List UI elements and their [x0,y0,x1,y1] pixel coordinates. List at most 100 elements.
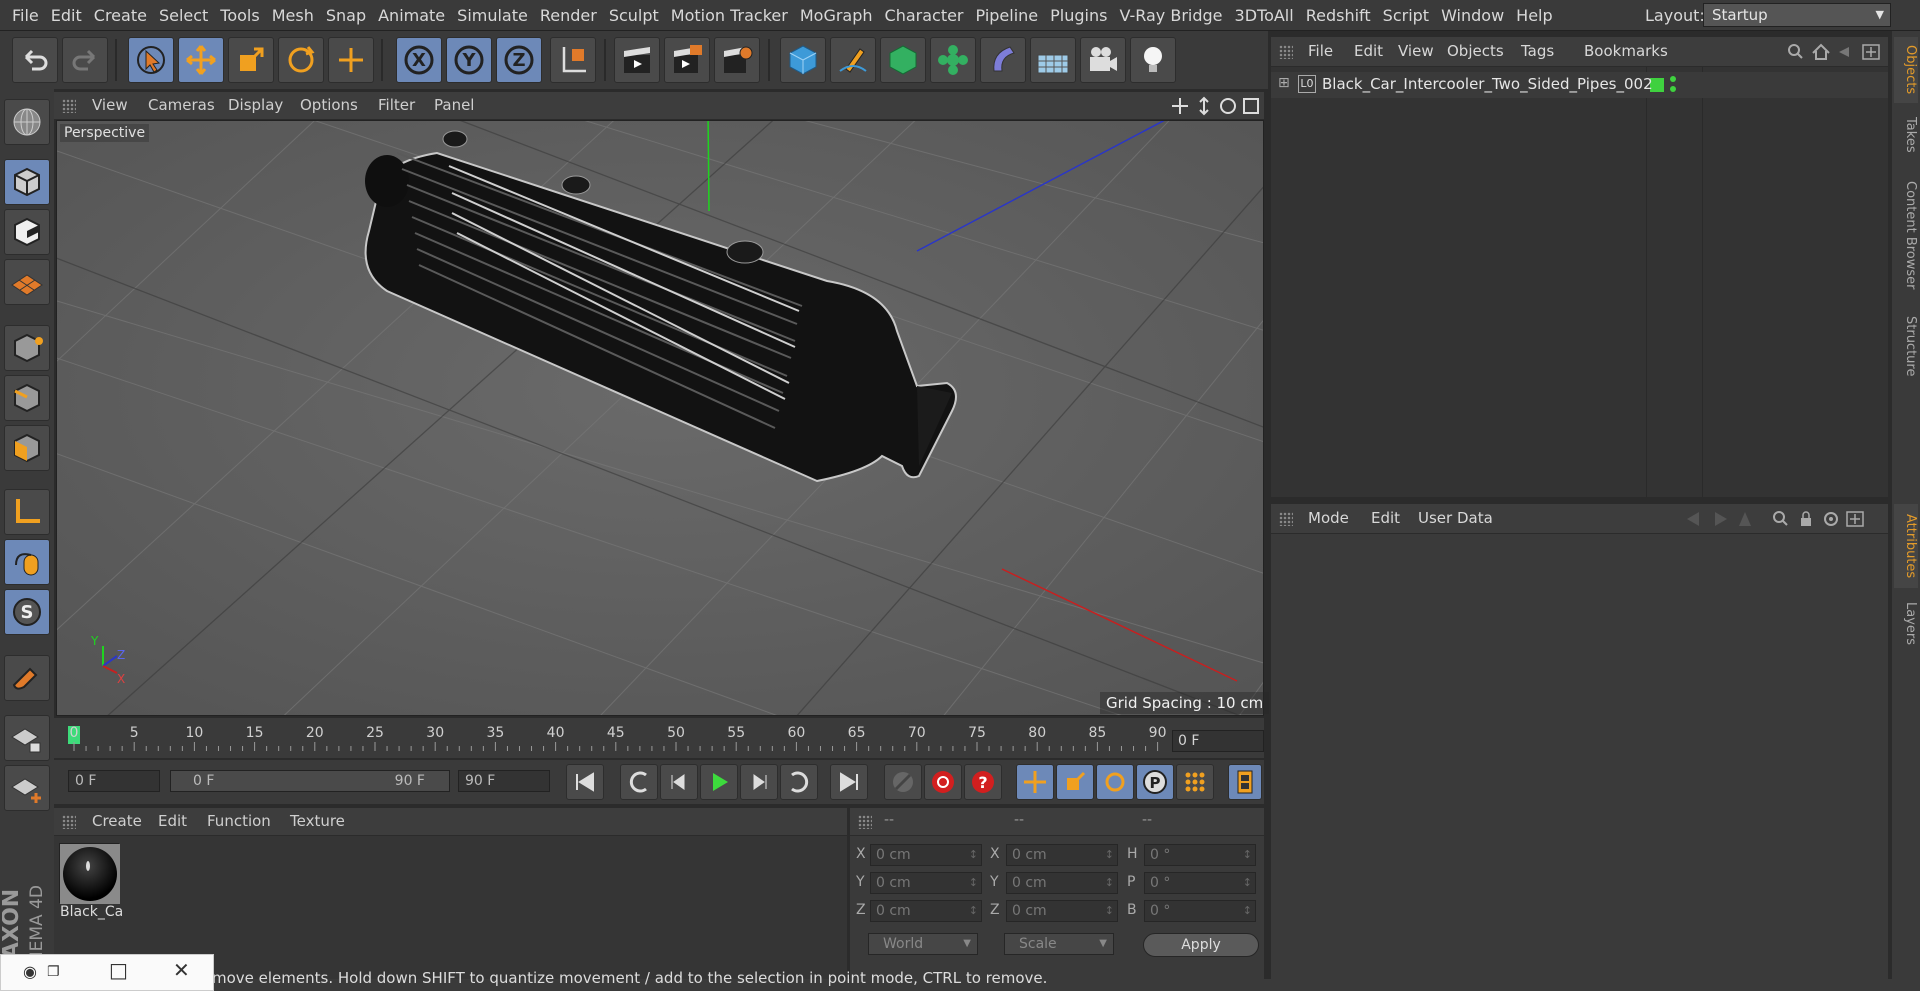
viewport-menu-view[interactable]: View [92,92,128,119]
menu-character[interactable]: Character [873,0,964,31]
size-y-field[interactable]: 0 cm [1006,872,1118,894]
snap-button[interactable] [4,655,50,701]
object-name[interactable]: Black_Car_Intercooler_Two_Sided_Pipes_00… [1322,75,1653,93]
objects-menu-file[interactable]: File [1308,37,1333,66]
material-menu-edit[interactable]: Edit [158,808,187,835]
menu-3dtoall[interactable]: 3DToAll [1223,0,1294,31]
previous-key-button[interactable] [620,764,658,800]
move-tool-button[interactable] [178,37,224,83]
render-to-picture-viewer-button[interactable] [664,37,710,83]
material-menu-create[interactable]: Create [92,808,142,835]
solo-mode-button[interactable]: S [4,589,50,635]
points-mode-button[interactable] [4,325,50,371]
current-frame-field[interactable]: 0 F [1172,730,1264,752]
preview-range-slider[interactable]: 0 F 90 F [170,770,450,792]
menu-help[interactable]: Help [1504,0,1552,31]
workplane-mode-button[interactable] [4,259,50,305]
tab-attributes[interactable]: Attributes [1894,504,1918,588]
menu-create[interactable]: Create [82,0,147,31]
layout-select[interactable]: Startup ▼ [1703,3,1891,27]
subdivision-button[interactable] [880,37,926,83]
objects-menu-objects[interactable]: Objects [1447,37,1504,66]
timeline-window-button[interactable] [1228,764,1262,800]
restore-icon[interactable]: ❐ [47,964,60,980]
size-mode-dropdown[interactable]: Scale ▼ [1004,933,1114,955]
locked-workplane-button[interactable] [4,715,50,761]
menu-vray-bridge[interactable]: V-Ray Bridge [1107,0,1222,31]
axis-mode-button[interactable] [4,489,50,535]
key-rotation-button[interactable] [1096,764,1134,800]
previous-frame-button[interactable] [660,764,698,800]
close-icon[interactable]: ✕ [173,958,190,982]
rotate-tool-button[interactable] [278,37,324,83]
goto-start-button[interactable] [566,764,604,800]
autokey-button[interactable] [924,764,962,800]
viewport-menu-panel[interactable]: Panel [434,92,474,119]
play-button[interactable] [700,764,738,800]
attributes-menu-edit[interactable]: Edit [1371,504,1400,533]
attributes-menu-user-data[interactable]: User Data [1418,504,1493,533]
render-visibility-dot[interactable] [1670,86,1676,92]
material-menu-function[interactable]: Function [207,808,271,835]
floor-button[interactable] [1030,37,1076,83]
attributes-menu-mode[interactable]: Mode [1308,504,1349,533]
next-frame-button[interactable] [740,764,778,800]
timeline-ruler[interactable]: 0 5 10 15 20 25 30 35 40 45 50 55 60 65 70 75 80 85 90 [54,718,1264,758]
rotation-b-field[interactable]: 0 ° [1144,900,1256,922]
start-frame-field[interactable]: 0 F [68,770,160,792]
editor-visibility-dot[interactable] [1670,76,1676,82]
tab-objects[interactable]: Objects [1894,37,1918,103]
viewport-menu-display[interactable]: Display [228,92,283,119]
rotation-p-field[interactable]: 0 ° [1144,872,1256,894]
texture-mode-button[interactable] [4,209,50,255]
size-z-field[interactable]: 0 cm [1006,900,1118,922]
tweak-mode-button[interactable] [4,539,50,585]
viewport-menu-options[interactable]: Options [300,92,358,119]
menu-plugins[interactable]: Plugins [1038,0,1107,31]
perspective-viewport[interactable]: Y Z X [56,120,1264,716]
coordinate-system-button[interactable] [550,37,596,83]
undo-button[interactable] [12,37,58,83]
edges-mode-button[interactable] [4,375,50,421]
y-axis-lock-button[interactable]: Y [446,37,492,83]
menu-select[interactable]: Select [147,0,208,31]
size-x-field[interactable]: 0 cm [1006,844,1118,866]
position-y-field[interactable]: 0 cm [870,872,982,894]
cube-primitive-button[interactable] [780,37,826,83]
menu-mograph[interactable]: MoGraph [788,0,873,31]
rotation-h-field[interactable]: 0 ° [1144,844,1256,866]
render-settings-button[interactable] [714,37,760,83]
tab-takes[interactable]: Takes [1894,110,1918,160]
model-mode-button[interactable] [4,159,50,205]
render-view-button[interactable] [614,37,660,83]
camera-button[interactable] [1080,37,1126,83]
menu-script[interactable]: Script [1371,0,1429,31]
x-axis-lock-button[interactable]: X [396,37,442,83]
maximize-icon[interactable]: □ [109,958,128,982]
goto-end-button[interactable] [830,764,868,800]
material-thumbnail[interactable] [59,843,120,904]
menu-motion-tracker[interactable]: Motion Tracker [659,0,788,31]
key-position-button[interactable] [1016,764,1054,800]
menu-sculpt[interactable]: Sculpt [597,0,659,31]
position-z-field[interactable]: 0 cm [870,900,982,922]
menu-simulate[interactable]: Simulate [445,0,528,31]
keyframe-selection-button[interactable]: ? [964,764,1002,800]
planar-workplane-button[interactable] [4,765,50,811]
expand-plus-icon[interactable]: ⊞ [1278,75,1290,91]
menu-file[interactable]: File [0,0,39,31]
z-axis-lock-button[interactable]: Z [496,37,542,83]
polygons-mode-button[interactable] [4,425,50,471]
viewport-menu-filter[interactable]: Filter [378,92,415,119]
scale-tool-button[interactable] [228,37,274,83]
live-selection-button[interactable] [128,37,174,83]
record-keys-button[interactable] [884,764,922,800]
cloner-button[interactable] [930,37,976,83]
next-key-button[interactable] [780,764,818,800]
objects-menu-tags[interactable]: Tags [1521,37,1554,66]
key-scale-button[interactable] [1056,764,1094,800]
light-button[interactable] [1130,37,1176,83]
objects-menu-view[interactable]: View [1398,37,1434,66]
recent-tool-button[interactable] [328,37,374,83]
menu-edit[interactable]: Edit [39,0,82,31]
